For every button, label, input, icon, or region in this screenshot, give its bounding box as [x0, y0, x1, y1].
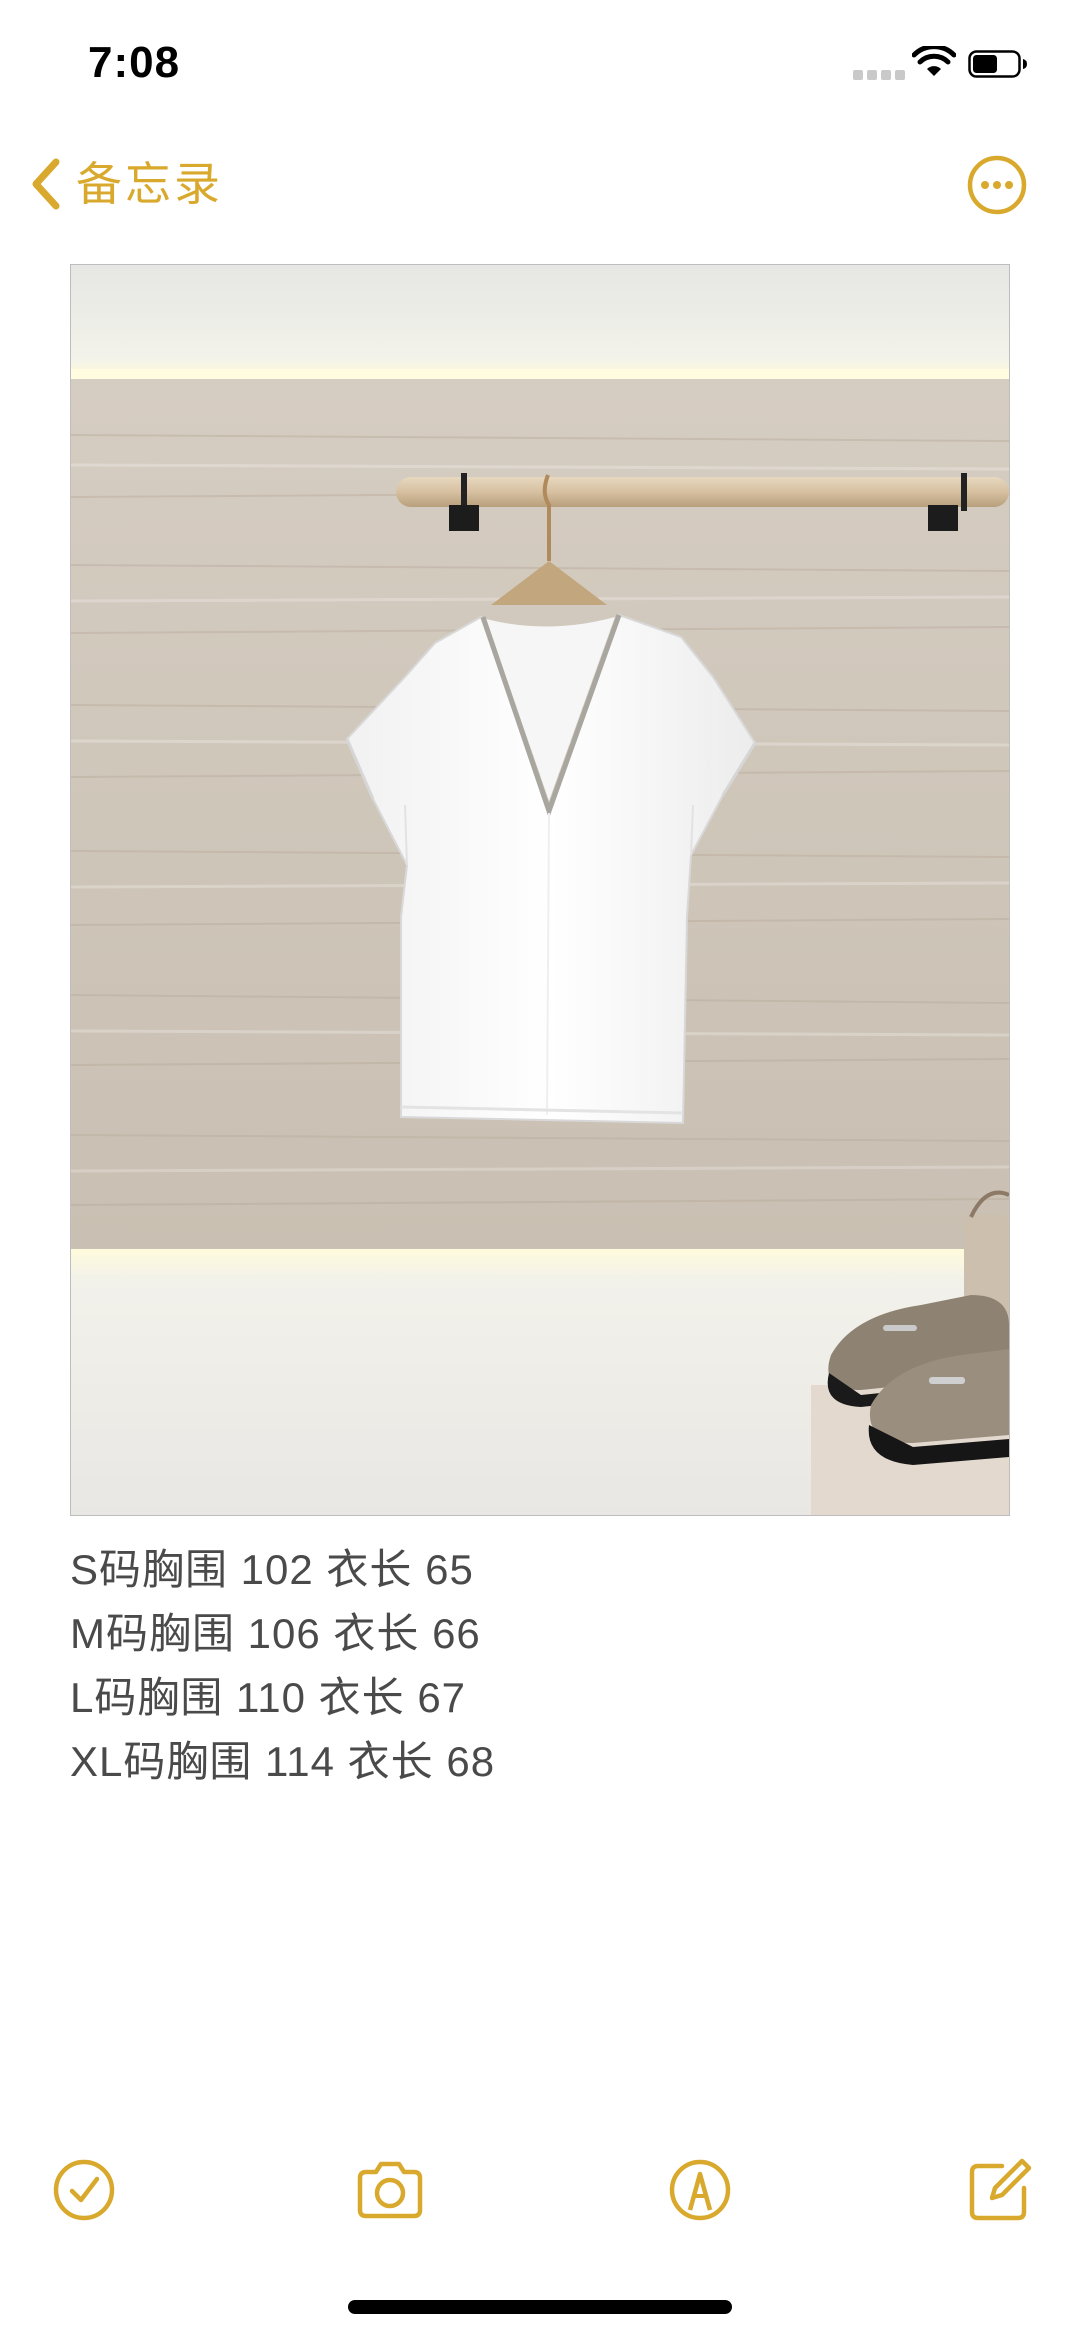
cellular-signal-icon — [853, 70, 905, 80]
home-indicator[interactable] — [348, 2300, 732, 2314]
note-body[interactable]: S码胸围 102 衣长 65 M码胸围 106 衣长 66 L码胸围 110 衣… — [70, 1538, 1010, 1794]
status-bar: 7:08 — [0, 0, 1080, 130]
wifi-icon — [912, 46, 956, 76]
back-button[interactable]: 备忘录 — [28, 154, 223, 214]
status-time: 7:08 — [88, 38, 181, 87]
note-line-s[interactable]: S码胸围 102 衣长 65 — [70, 1538, 1010, 1602]
back-label: 备忘录 — [76, 158, 223, 210]
camera-icon[interactable] — [352, 2152, 428, 2228]
checklist-icon[interactable] — [46, 2152, 122, 2228]
battery-icon — [968, 50, 1027, 78]
note-line-m[interactable]: M码胸围 106 衣长 66 — [70, 1602, 1010, 1666]
markup-pen-icon[interactable] — [662, 2152, 738, 2228]
note-line-xl[interactable]: XL码胸围 114 衣长 68 — [70, 1730, 1010, 1794]
note-line-l[interactable]: L码胸围 110 衣长 67 — [70, 1666, 1010, 1730]
bottom-toolbar — [0, 2152, 1080, 2232]
attached-photo[interactable] — [70, 264, 1010, 1516]
chevron-left-icon — [32, 158, 60, 210]
ellipsis-circle-icon[interactable] — [966, 154, 1028, 216]
nav-bar: 备忘录 — [0, 130, 1080, 240]
notes-screen: 7:08 备忘录 S码胸围 102 衣长 65 M码胸围 106 衣长 66 L… — [0, 0, 1080, 2337]
compose-icon[interactable] — [962, 2152, 1038, 2228]
